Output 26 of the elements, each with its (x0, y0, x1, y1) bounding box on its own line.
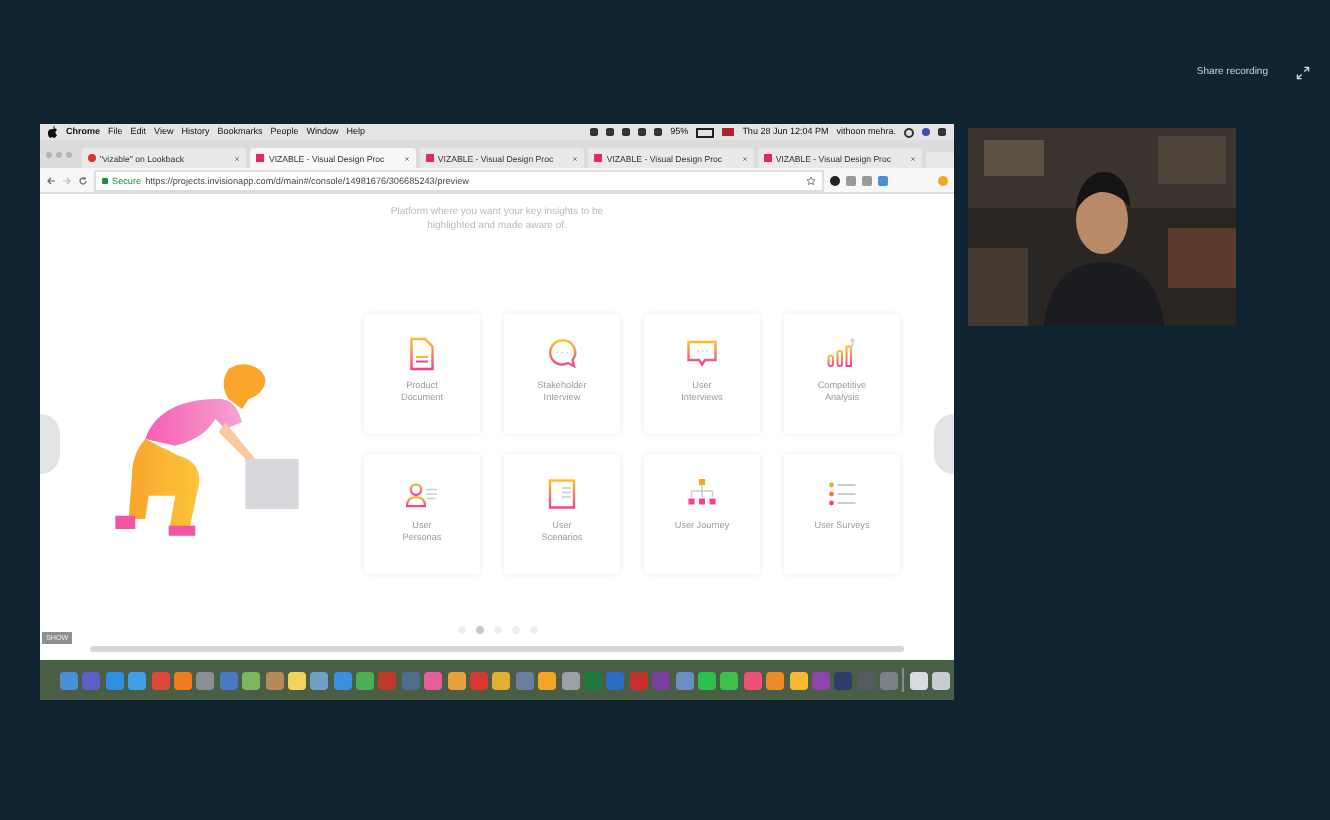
back-icon[interactable] (46, 175, 56, 185)
favicon-icon (425, 154, 434, 162)
window-controls-icon[interactable] (46, 151, 72, 157)
favicon-icon (594, 154, 603, 162)
favicon-icon (88, 154, 96, 162)
favicon-icon (763, 154, 772, 162)
reload-icon[interactable] (78, 175, 88, 185)
apple-logo-icon[interactable] (48, 126, 58, 138)
horizontal-scrollbar[interactable] (90, 646, 904, 652)
close-icon[interactable] (234, 155, 241, 161)
flag-icon[interactable] (722, 128, 735, 136)
bookmark-star-icon[interactable] (806, 175, 816, 185)
battery-icon[interactable] (696, 127, 715, 137)
expand-icon[interactable] (1296, 66, 1310, 80)
layout-icon (544, 476, 580, 512)
close-icon[interactable] (910, 155, 917, 161)
favicon-icon (256, 154, 265, 162)
bar-chart-icon (824, 336, 860, 372)
speech-bubble-icon (544, 336, 580, 372)
close-icon[interactable] (741, 155, 748, 161)
message-icon (684, 336, 720, 372)
close-icon[interactable] (572, 155, 579, 161)
pager-dot[interactable] (475, 626, 483, 634)
forward-icon[interactable] (62, 175, 72, 185)
document-icon (404, 336, 440, 372)
close-icon[interactable] (403, 155, 410, 161)
